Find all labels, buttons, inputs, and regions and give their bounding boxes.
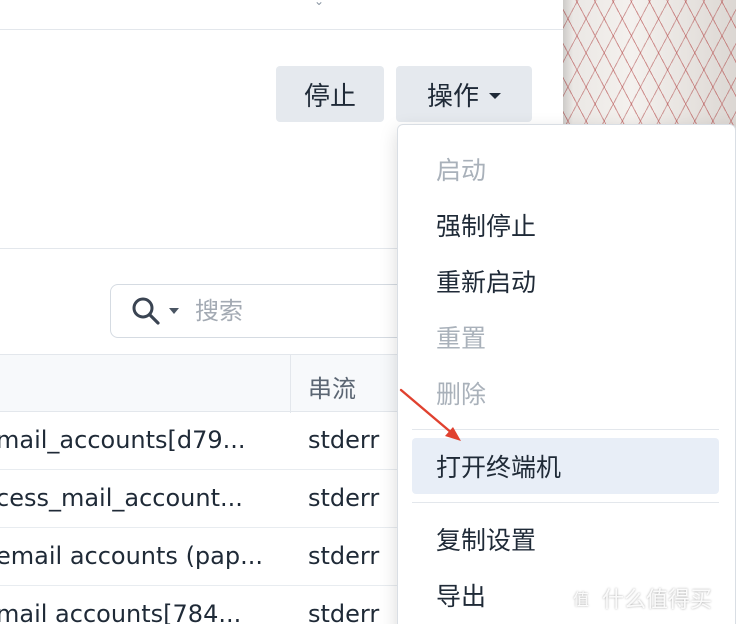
watermark-logo-icon: 值 xyxy=(566,583,596,613)
annotation-arrow-icon xyxy=(399,388,461,441)
cell-message: mail_accounts[d79... xyxy=(0,426,246,454)
watermark: 值 什么值得买 xyxy=(566,582,712,614)
action-dropdown-button[interactable]: 操作 xyxy=(396,66,532,122)
menu-item-open-terminal[interactable]: 打开终端机 xyxy=(412,438,719,494)
chevron-up-icon: ⌄ xyxy=(314,0,325,8)
menu-item-restart[interactable]: 重新启动 xyxy=(398,253,735,309)
action-button-label: 操作 xyxy=(426,81,479,112)
menu-item-label: 复制设置 xyxy=(436,526,537,555)
top-strip: ⌄ xyxy=(0,0,563,30)
menu-item-label: 重新启动 xyxy=(436,268,537,297)
menu-divider xyxy=(412,502,719,503)
watermark-text: 什么值得买 xyxy=(602,588,713,613)
cell-message: mail accounts[784... xyxy=(0,600,242,624)
cell-stream: stderr xyxy=(308,484,380,512)
stop-button-label: 停止 xyxy=(303,81,356,112)
menu-item-label: 启动 xyxy=(436,156,487,185)
cell-message: cess_mail_account... xyxy=(0,484,243,512)
column-header-stream[interactable]: 串流 xyxy=(308,369,356,404)
cell-stream: stderr xyxy=(308,600,380,624)
cell-stream: stderr xyxy=(308,542,380,570)
search-options-chevron-icon[interactable] xyxy=(169,308,179,314)
menu-item-label: 导出 xyxy=(436,582,487,611)
column-separator[interactable] xyxy=(290,355,291,413)
menu-item-label: 强制停止 xyxy=(436,212,537,241)
menu-item-force-stop[interactable]: 强制停止 xyxy=(398,197,735,253)
chevron-down-icon xyxy=(489,93,501,99)
menu-item-label: 重置 xyxy=(436,324,487,353)
action-dropdown-menu: 启动 强制停止 重新启动 重置 删除 打开终端机 复制设置 导出 xyxy=(397,124,736,624)
menu-item-duplicate-settings[interactable]: 复制设置 xyxy=(398,511,735,567)
cell-stream: stderr xyxy=(308,426,380,454)
screenshot-canvas: ⌄ 停止 操作 串流 mail_accounts[d79... xyxy=(0,0,736,624)
stop-button[interactable]: 停止 xyxy=(276,66,384,122)
cell-message: email accounts (pap... xyxy=(0,542,263,570)
menu-item-reset: 重置 xyxy=(398,309,735,365)
search-icon[interactable] xyxy=(131,296,161,326)
menu-item-label: 打开终端机 xyxy=(436,453,562,482)
menu-item-start: 启动 xyxy=(398,141,735,197)
